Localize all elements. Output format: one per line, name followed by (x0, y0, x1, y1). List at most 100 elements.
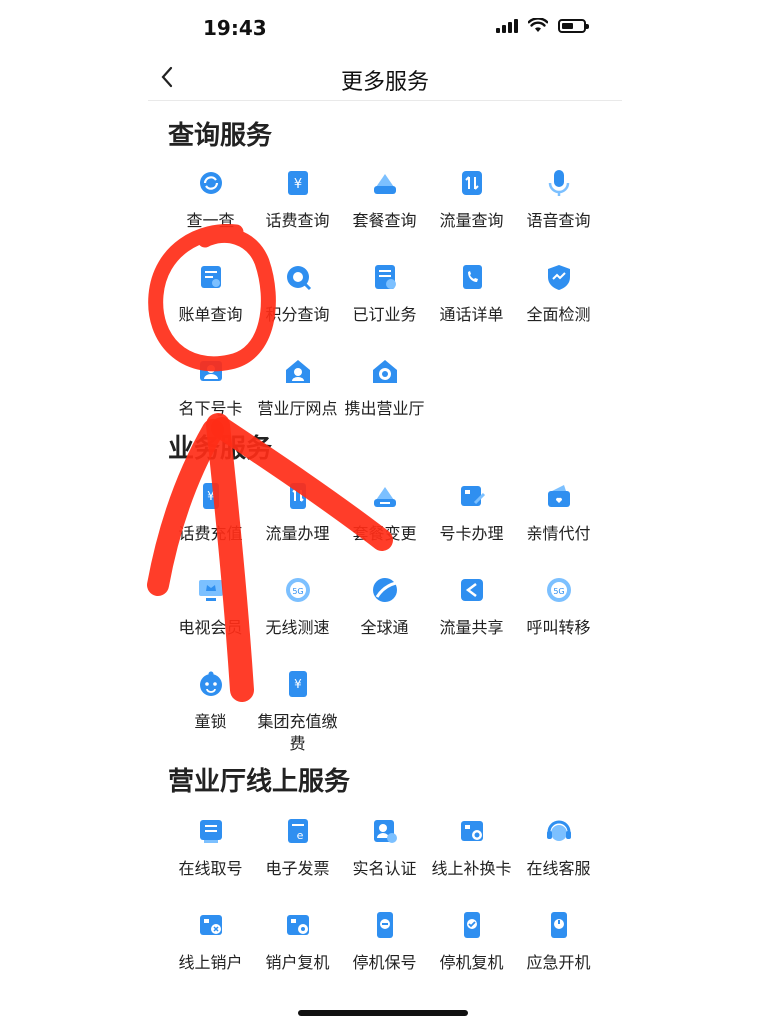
headset-icon (546, 820, 571, 841)
service-item[interactable]: ¥ 话费充值 (167, 467, 254, 561)
child-face-icon (199, 671, 222, 696)
service-label: 集团充值缴费 (257, 712, 338, 753)
service-icon-wrapper: ¥ (283, 669, 313, 699)
service-item[interactable]: 携出营业厅 (341, 342, 428, 436)
service-label: 营业厅网点 (257, 399, 338, 418)
service-label: 名下号卡 (178, 399, 243, 418)
svg-text:5G: 5G (292, 587, 303, 596)
microphone-icon (548, 170, 569, 196)
service-item[interactable]: 流量办理 (254, 467, 341, 561)
section-business: 业务服务 ¥ 话费充值 流量办理 套餐变更 号卡办理 亲情代付 电视会员 5G 无线测速 全球通流… (148, 428, 622, 753)
service-item[interactable]: 5G 呼叫转移 (515, 561, 602, 655)
package-icon (373, 174, 396, 194)
status-time: 19:43 (203, 16, 267, 40)
section-title: 营业厅线上服务 (168, 767, 351, 797)
sim-replace-icon (460, 821, 483, 841)
speed-5g-icon: 5G (285, 578, 310, 602)
service-label: 流量共享 (439, 618, 504, 637)
tv-crown-icon (198, 580, 223, 601)
phone-pause-icon (376, 912, 393, 938)
store-home-icon (285, 360, 310, 383)
status-icons (496, 18, 589, 33)
service-item[interactable]: 已订业务 (341, 248, 428, 342)
service-item[interactable]: 童锁 (167, 655, 254, 749)
search-refresh-icon (199, 172, 222, 194)
svg-text:5G: 5G (553, 587, 564, 596)
service-label: 线上补换卡 (431, 859, 512, 878)
service-label: 在线取号 (178, 859, 243, 878)
service-item[interactable]: 停机保号 (341, 896, 428, 990)
service-label: 话费充值 (178, 524, 243, 543)
service-item[interactable]: 流量查询 (428, 154, 515, 248)
svg-text:¥: ¥ (294, 677, 302, 691)
service-label: 话费查询 (265, 211, 330, 230)
service-label: 已订业务 (352, 305, 417, 324)
service-item[interactable]: 流量共享 (428, 561, 515, 655)
yuan-doc-icon: ¥ (287, 171, 308, 195)
service-label: 查一查 (186, 211, 235, 230)
service-label: 语音查询 (526, 211, 591, 230)
service-item[interactable]: 在线取号 (167, 802, 254, 896)
data-arrows-icon (461, 171, 482, 195)
service-icon-wrapper (457, 481, 487, 511)
service-item[interactable]: 销户复机 (254, 896, 341, 990)
bill-icon (200, 266, 221, 288)
section-online-hall: 营业厅线上服务 在线取号 e 电子发票 实名认证 线上补换卡 在线客服 线上销户 销户复机 停机… (148, 761, 622, 990)
service-icon-wrapper (457, 168, 487, 198)
svg-text:¥: ¥ (207, 489, 215, 503)
service-item[interactable]: 实名认证 (341, 802, 428, 896)
service-label: 全球通 (360, 618, 409, 637)
service-item[interactable]: 营业厅网点 (254, 342, 341, 436)
service-item[interactable]: ¥ 集团充值缴费 (254, 655, 341, 753)
service-item[interactable]: 5G 无线测速 (254, 561, 341, 655)
service-label: 在线客服 (526, 859, 591, 878)
service-icon-wrapper (196, 816, 226, 846)
phone-home-icon (372, 360, 397, 383)
service-item[interactable]: 号卡办理 (428, 467, 515, 561)
service-item[interactable]: 积分查询 (254, 248, 341, 342)
sim-restore-icon (286, 915, 309, 935)
service-label: 电子发票 (265, 859, 330, 878)
points-icon (286, 266, 311, 291)
service-item[interactable]: 账单查询 (167, 248, 254, 342)
service-item[interactable]: 线上补换卡 (428, 802, 515, 896)
service-icon-wrapper: 5G (283, 575, 313, 605)
service-icon-wrapper (370, 168, 400, 198)
service-item[interactable]: 套餐查询 (341, 154, 428, 248)
service-item[interactable]: e 电子发票 (254, 802, 341, 896)
service-label: 停机保号 (352, 953, 417, 972)
phone-resume-icon (463, 912, 480, 938)
status-bar: 19:43 (148, 0, 622, 56)
service-item[interactable]: 名下号卡 (167, 342, 254, 436)
service-label: 无线测速 (265, 618, 330, 637)
service-icon-wrapper (196, 168, 226, 198)
service-item[interactable]: 查一查 (167, 154, 254, 248)
nav-bar: 更多服务 (148, 56, 622, 101)
service-item[interactable]: 电视会员 (167, 561, 254, 655)
group-pay-icon: ¥ (288, 671, 307, 697)
service-item[interactable]: 全面检测 (515, 248, 602, 342)
service-item[interactable]: 语音查询 (515, 154, 602, 248)
service-label: 套餐变更 (352, 524, 417, 543)
service-icon-wrapper (370, 356, 400, 386)
service-item[interactable]: 应急开机 (515, 896, 602, 990)
service-label: 实名认证 (352, 859, 417, 878)
service-item[interactable]: 套餐变更 (341, 467, 428, 561)
service-item[interactable]: ¥ 话费查询 (254, 154, 341, 248)
service-label: 停机复机 (439, 953, 504, 972)
package-swap-icon (373, 487, 396, 507)
service-icon-wrapper (370, 575, 400, 605)
service-icon-wrapper (196, 669, 226, 699)
service-item[interactable]: 通话详单 (428, 248, 515, 342)
service-item[interactable]: 停机复机 (428, 896, 515, 990)
svg-text:e: e (296, 829, 303, 842)
service-icon-wrapper (457, 910, 487, 940)
service-item[interactable]: 全球通 (341, 561, 428, 655)
page-title: 更多服务 (340, 70, 429, 95)
global-icon (372, 578, 397, 602)
service-item[interactable]: 线上销户 (167, 896, 254, 990)
queue-ticket-icon (199, 820, 222, 843)
service-item[interactable]: 在线客服 (515, 802, 602, 896)
service-item[interactable]: 亲情代付 (515, 467, 602, 561)
service-icon-wrapper (457, 262, 487, 292)
